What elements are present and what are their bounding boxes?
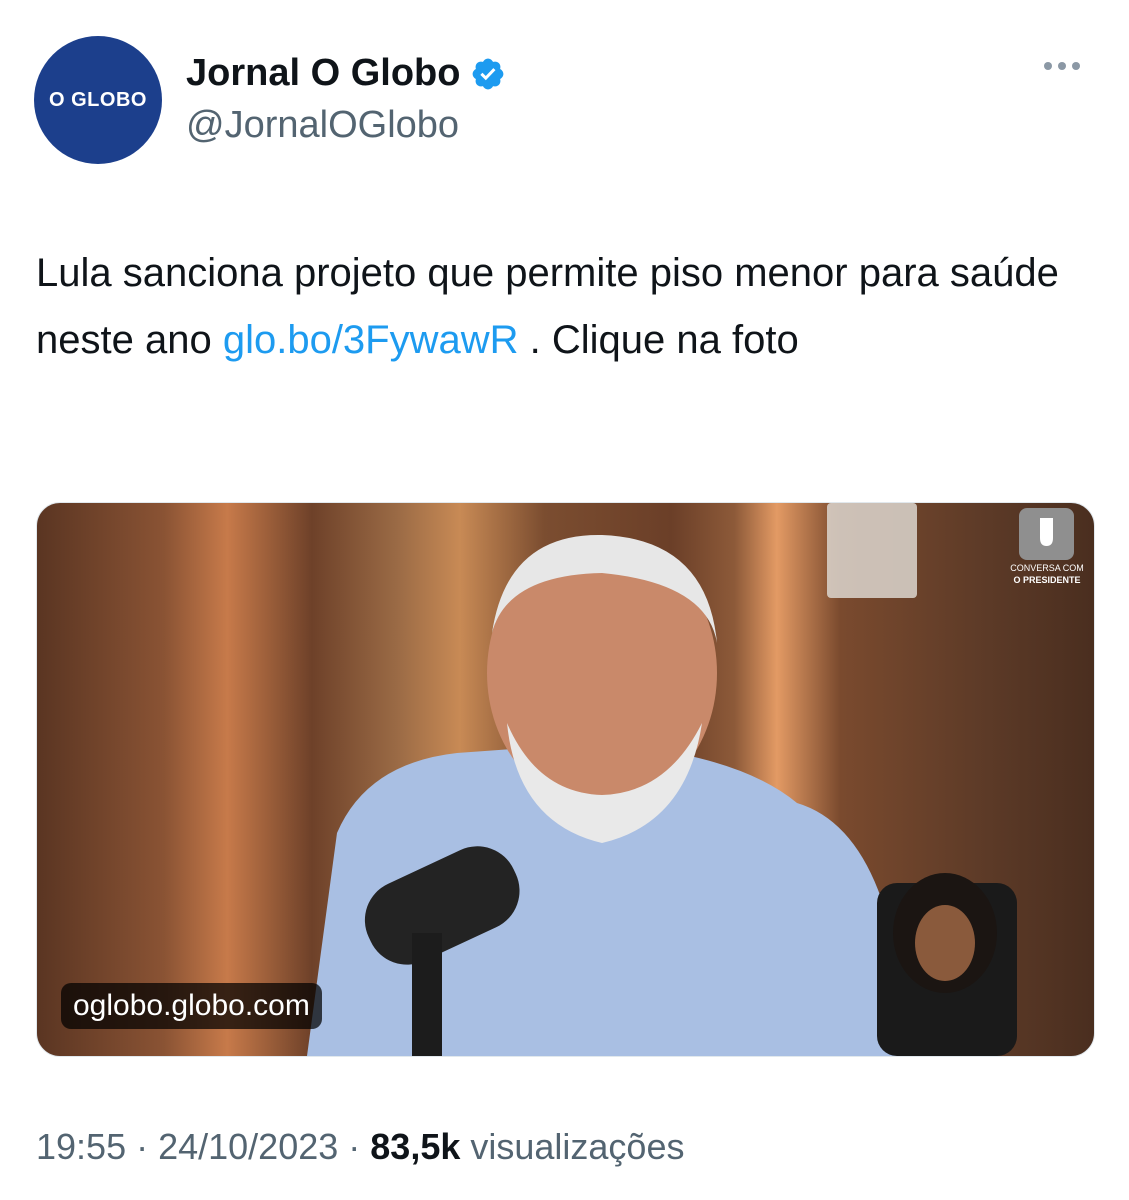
avatar[interactable]: O GLOBO xyxy=(34,36,162,164)
more-options-icon[interactable] xyxy=(1044,62,1080,70)
more-dot xyxy=(1058,62,1066,70)
microphone-stand xyxy=(412,933,442,1056)
tweet-link[interactable]: glo.bo/3FywawR xyxy=(223,318,519,362)
media-domain-badge: oglobo.globo.com xyxy=(61,983,322,1029)
more-dot xyxy=(1044,62,1052,70)
display-name[interactable]: Jornal O Globo xyxy=(186,52,460,95)
media-image[interactable]: CONVERSA COM O PRESIDENTE oglobo.globo.c… xyxy=(36,502,1095,1057)
verified-badge-icon[interactable] xyxy=(470,56,506,92)
avatar-text: O GLOBO xyxy=(49,88,147,111)
tweet-date[interactable]: 24/10/2023 xyxy=(158,1126,338,1167)
tweet-time[interactable]: 19:55 xyxy=(36,1126,126,1167)
author-name-row: Jornal O Globo xyxy=(186,52,506,95)
tweet-text-part2: . Clique na foto xyxy=(518,318,799,362)
views-count[interactable]: 83,5k xyxy=(370,1126,460,1167)
separator: · xyxy=(126,1126,159,1167)
podcast-mic-icon xyxy=(1040,518,1053,546)
watermark-line1: CONVERSA COM xyxy=(1010,563,1084,573)
separator: · xyxy=(338,1126,371,1167)
tweet-meta: 19:55 · 24/10/2023 · 83,5k visualizações xyxy=(36,1126,684,1168)
wall-frame xyxy=(827,503,917,598)
account-handle[interactable]: @JornalOGlobo xyxy=(186,104,459,147)
views-label: visualizações xyxy=(460,1126,685,1167)
photo-illustration: CONVERSA COM O PRESIDENTE xyxy=(307,503,1084,1056)
tweet-text: Lula sanciona projeto que permite piso m… xyxy=(36,240,1096,374)
more-dot xyxy=(1072,62,1080,70)
watermark-line2: O PRESIDENTE xyxy=(1013,575,1080,585)
interpreter-face xyxy=(915,905,975,981)
